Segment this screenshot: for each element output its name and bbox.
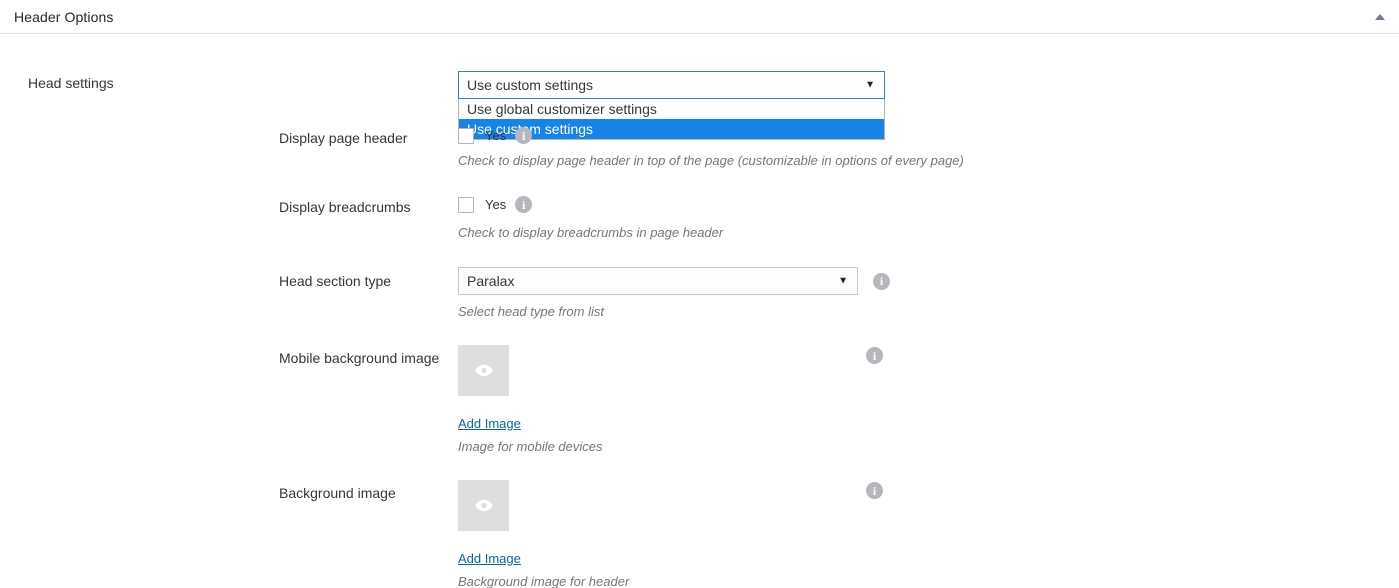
field-label-head-section-type: Head section type	[279, 273, 392, 289]
page-title: Header Options	[14, 9, 114, 25]
eye-icon	[474, 499, 493, 512]
display-page-header-checkbox-label: Yes	[485, 128, 507, 143]
mobile-background-image-preview[interactable]	[458, 345, 509, 396]
head-settings-select-value: Use custom settings	[467, 77, 594, 93]
panel-header: Header Options	[0, 0, 1399, 34]
display-page-header-checkbox[interactable]	[458, 127, 474, 144]
add-image-link-mobile[interactable]: Add Image	[458, 416, 521, 431]
display-breadcrumbs-checkbox-label: Yes	[485, 197, 507, 212]
eye-icon	[474, 364, 493, 377]
select-option-global[interactable]: Use global customizer settings	[459, 99, 884, 119]
background-image-preview[interactable]	[458, 480, 509, 531]
field-description-display-page-header: Check to display page header in top of t…	[458, 153, 964, 168]
head-section-type-control[interactable]: Paralax ▼	[458, 267, 890, 295]
chevron-down-icon: ▼	[838, 275, 848, 287]
head-section-type-select[interactable]: Paralax ▼	[458, 267, 858, 295]
info-icon[interactable]	[866, 347, 883, 364]
background-image-control[interactable]	[458, 480, 509, 531]
add-image-link-background[interactable]: Add Image	[458, 551, 521, 566]
panel-body: Head settings Use custom settings ▼ Use …	[0, 35, 1399, 588]
field-description-mobile-background-image: Image for mobile devices	[458, 439, 603, 454]
info-icon[interactable]	[873, 272, 890, 290]
field-label-display-breadcrumbs: Display breadcrumbs	[279, 199, 411, 215]
chevron-down-icon: ▼	[865, 79, 875, 91]
field-description-head-section-type: Select head type from list	[458, 304, 604, 319]
section-label-head-settings: Head settings	[28, 75, 114, 91]
head-section-type-value: Paralax	[467, 273, 515, 289]
info-icon[interactable]	[515, 127, 533, 144]
info-icon[interactable]	[515, 196, 533, 213]
chevron-up-icon[interactable]	[1371, 8, 1389, 26]
mobile-background-image-control[interactable]	[458, 345, 509, 396]
head-settings-select-box[interactable]: Use custom settings ▼	[458, 71, 885, 99]
display-breadcrumbs-control[interactable]: Yes	[458, 196, 533, 213]
field-description-display-breadcrumbs: Check to display breadcrumbs in page hea…	[458, 225, 724, 240]
display-page-header-control[interactable]: Yes	[458, 127, 533, 144]
field-description-background-image: Background image for header	[458, 574, 630, 588]
field-label-display-page-header: Display page header	[279, 130, 408, 146]
field-label-background-image: Background image	[279, 485, 396, 501]
header-options-panel: Header Options Head settings Use custom …	[0, 0, 1399, 588]
display-breadcrumbs-checkbox[interactable]	[458, 196, 474, 213]
field-label-mobile-background-image: Mobile background image	[279, 350, 440, 366]
info-icon[interactable]	[866, 482, 883, 499]
